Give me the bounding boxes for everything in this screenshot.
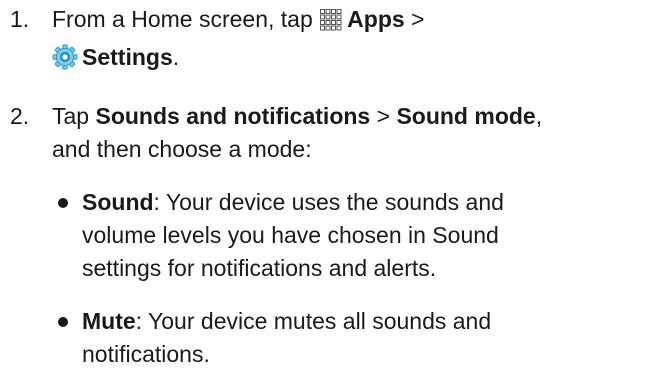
instructions-document: 1. From a Home screen, tap Apps > Settin…	[0, 0, 652, 371]
mode-term: Mute	[82, 308, 136, 334]
punctuation: ,	[535, 103, 543, 129]
step-2-line-1: Tap Sounds and notifications > Sound mod…	[52, 100, 652, 133]
sentence-end: .	[172, 44, 180, 70]
mode-line: Mute: Your device mutes all sounds and	[82, 305, 652, 338]
step-number: 1.	[10, 6, 30, 32]
menu-separator: >	[370, 103, 397, 129]
menu-separator: >	[404, 6, 425, 32]
apps-label: Apps	[347, 6, 405, 32]
sounds-notifications-label: Sounds and notifications	[95, 103, 371, 129]
mode-description: : Your device mutes all sounds and	[135, 308, 492, 334]
settings-label: Settings	[82, 44, 173, 70]
mode-list: Sound: Your device uses the sounds and v…	[52, 186, 652, 371]
settings-gear-icon	[52, 44, 78, 79]
mode-line: notifications.	[82, 341, 210, 367]
mode-item-sound: Sound: Your device uses the sounds and v…	[52, 186, 652, 285]
sound-mode-label: Sound mode	[396, 103, 536, 129]
step-1: 1. From a Home screen, tap Apps > Settin…	[0, 3, 652, 79]
mode-line: settings for notifications and alerts.	[82, 255, 437, 281]
mode-line: volume levels you have chosen in Sound	[82, 222, 499, 248]
mode-description: : Your device uses the sounds and	[153, 189, 504, 215]
step-1-line-1: From a Home screen, tap Apps >	[52, 3, 652, 41]
mode-line: Sound: Your device uses the sounds and	[82, 186, 652, 219]
step-text: From a Home screen, tap	[52, 6, 320, 32]
step-2: 2. Tap Sounds and notifications > Sound …	[0, 100, 652, 371]
step-2-line-2: and then choose a mode:	[52, 136, 312, 162]
bullet-dot	[58, 198, 68, 208]
mode-item-mute: Mute: Your device mutes all sounds and n…	[52, 305, 652, 371]
apps-grid-icon	[319, 8, 343, 41]
mode-term: Sound	[82, 189, 154, 215]
step-1-line-2: Settings.	[52, 41, 652, 79]
step-number: 2.	[10, 103, 30, 129]
step-text: Tap	[52, 103, 96, 129]
bullet-dot	[58, 317, 68, 327]
